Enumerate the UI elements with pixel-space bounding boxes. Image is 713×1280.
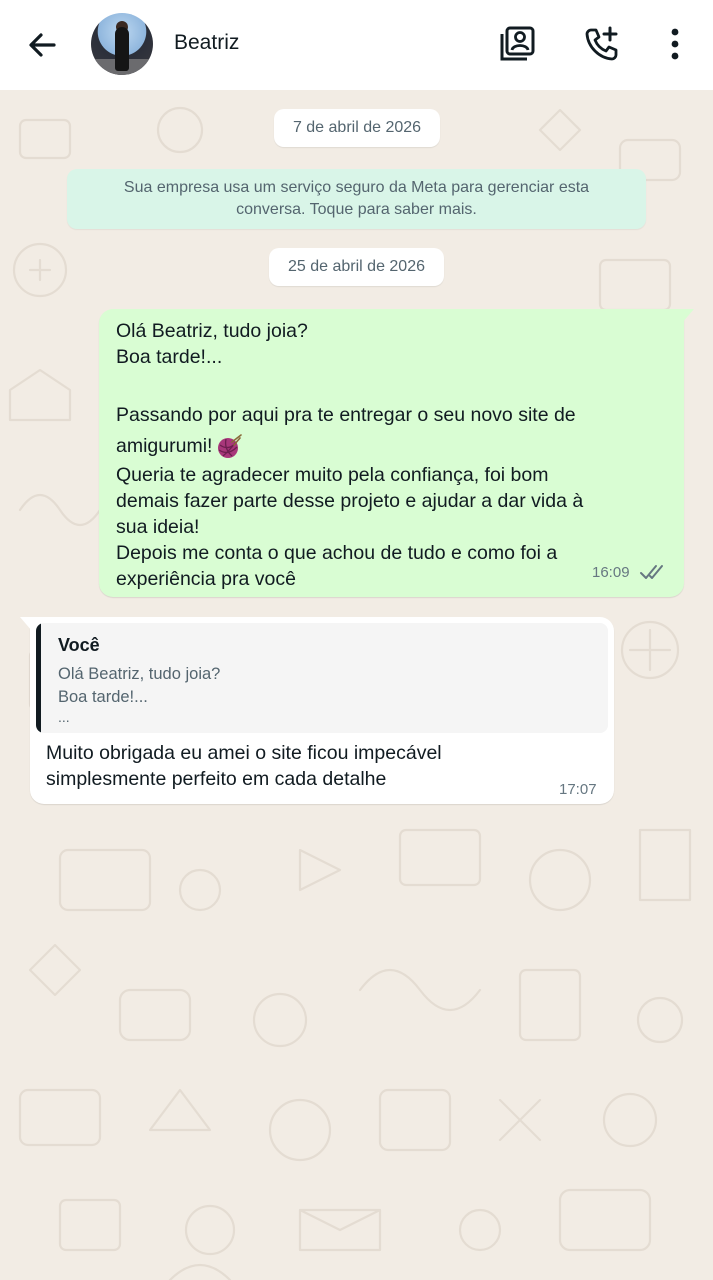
system-note-line: conversa. Toque para saber mais. — [236, 201, 477, 218]
message-line: simplesmente perfeito em cada detalhe — [46, 768, 387, 790]
message-line: Queria te agradecer muito pela confiança… — [116, 463, 549, 486]
date-chip: 7 de abril de 2026 — [274, 109, 440, 147]
message-line: experiência pra você — [116, 567, 296, 590]
incoming-message-bubble[interactable]: Você Olá Beatriz, tudo joia? Boa tarde!.… — [20, 617, 614, 804]
encryption-system-note[interactable]: Sua empresa usa um serviço seguro da Met… — [67, 169, 646, 229]
message-time: 16:09 — [592, 564, 630, 581]
message-line: Olá Beatriz, tudo joia? — [116, 320, 308, 342]
message-line: Boa tarde!... — [116, 346, 223, 368]
message-time: 17:07 — [559, 781, 597, 798]
double-check-icon — [640, 565, 663, 579]
outgoing-message-bubble[interactable]: Olá Beatriz, tudo joia? Boa tarde!... Pa… — [99, 309, 694, 597]
message-line: Muito obrigada eu amei o site ficou impe… — [46, 742, 442, 764]
contact-name[interactable]: Beatriz — [174, 31, 239, 55]
quote-bar — [36, 623, 41, 733]
message-line: Depois me conta o que achou de tudo e co… — [116, 541, 558, 564]
quote-line: Boa tarde!... — [58, 688, 148, 706]
chat-area[interactable]: 7 de abril de 2026 Sua empresa usa um se… — [0, 90, 713, 1280]
date-chip: 25 de abril de 2026 — [269, 248, 444, 286]
add-call-icon[interactable] — [582, 24, 622, 64]
contact-avatar[interactable] — [91, 13, 153, 75]
message-line: sua ideia! — [116, 515, 200, 538]
quoted-message[interactable]: Você Olá Beatriz, tudo joia? Boa tarde!.… — [36, 623, 608, 733]
more-options-icon[interactable] — [655, 24, 695, 64]
message-text: Muito obrigada eu amei o site ficou impe… — [46, 740, 442, 792]
quote-author: Você — [58, 635, 100, 655]
chat-header: Beatriz — [0, 0, 713, 90]
system-note-line: Sua empresa usa um serviço seguro da Met… — [123, 179, 590, 196]
quote-line: ... — [58, 709, 70, 725]
back-arrow-icon[interactable] — [22, 25, 62, 65]
message-text: Olá Beatriz, tudo joia? Boa tarde!... Pa… — [116, 318, 671, 592]
add-to-contacts-icon[interactable] — [497, 24, 537, 64]
quote-line: Olá Beatriz, tudo joia? — [58, 665, 221, 683]
message-line: demais fazer parte desse projeto e ajuda… — [116, 489, 584, 512]
yarn-ball-emoji — [218, 434, 243, 458]
message-line: amigurumi! — [116, 435, 213, 457]
message-line: Passando por aqui pra te entregar o seu … — [116, 404, 576, 426]
